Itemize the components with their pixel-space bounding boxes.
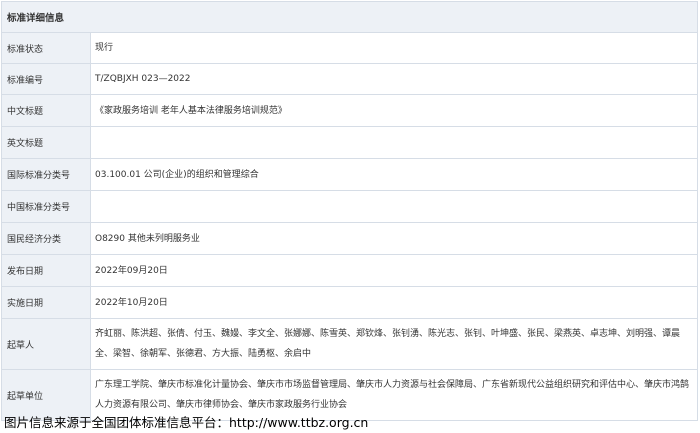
table-header: 标准详细信息	[2, 2, 697, 33]
row-chinese-title: 中文标题 《家政服务培训 老年人基本法律服务培训规范》	[2, 95, 697, 127]
row-label: 起草人	[2, 319, 91, 369]
row-label: 国民经济分类	[2, 223, 91, 254]
row-economic-class: 国民经济分类 O8290 其他未列明服务业	[2, 223, 697, 255]
row-ccs: 中国标准分类号	[2, 191, 697, 223]
row-publish-date: 发布日期 2022年09月20日	[2, 255, 697, 287]
row-value: O8290 其他未列明服务业	[95, 233, 200, 244]
row-value: 03.100.01 公司(企业)的组织和管理综合	[95, 169, 259, 180]
row-value	[91, 127, 697, 158]
standard-detail-table: 标准详细信息 标准状态 现行 标准编号 T/ZQBJXH 023—2022 中文…	[1, 1, 698, 421]
source-caption: 图片信息来源于全国团体标准信息平台：http://www.ttbz.org.cn	[4, 415, 369, 430]
row-label: 英文标题	[2, 127, 91, 158]
row-value: 2022年09月20日	[95, 265, 168, 276]
row-value	[91, 191, 697, 222]
row-drafters: 起草人 齐虹丽、陈洪超、张倩、付玉、魏嫚、李文全、张娜娜、陈雪英、郑钦烽、张钊湧…	[2, 319, 697, 370]
row-value: 2022年10月20日	[95, 297, 168, 308]
row-label: 实施日期	[2, 287, 91, 318]
row-label: 国际标准分类号	[2, 159, 91, 190]
row-value: 现行	[95, 43, 114, 53]
row-label: 标准编号	[2, 64, 91, 94]
row-effective-date: 实施日期 2022年10月20日	[2, 287, 697, 319]
row-label: 中文标题	[2, 95, 91, 126]
row-number: 标准编号 T/ZQBJXH 023—2022	[2, 64, 697, 95]
row-status: 标准状态 现行	[2, 33, 697, 64]
row-value: T/ZQBJXH 023—2022	[95, 74, 191, 84]
row-label: 中国标准分类号	[2, 191, 91, 222]
row-value: 《家政服务培训 老年人基本法律服务培训规范》	[95, 105, 287, 116]
row-label: 发布日期	[2, 255, 91, 286]
row-ics: 国际标准分类号 03.100.01 公司(企业)的组织和管理综合	[2, 159, 697, 191]
row-value: 齐虹丽、陈洪超、张倩、付玉、魏嫚、李文全、张娜娜、陈雪英、郑钦烽、张钊湧、陈光志…	[95, 329, 681, 359]
row-label: 标准状态	[2, 33, 91, 63]
row-english-title: 英文标题	[2, 127, 697, 159]
